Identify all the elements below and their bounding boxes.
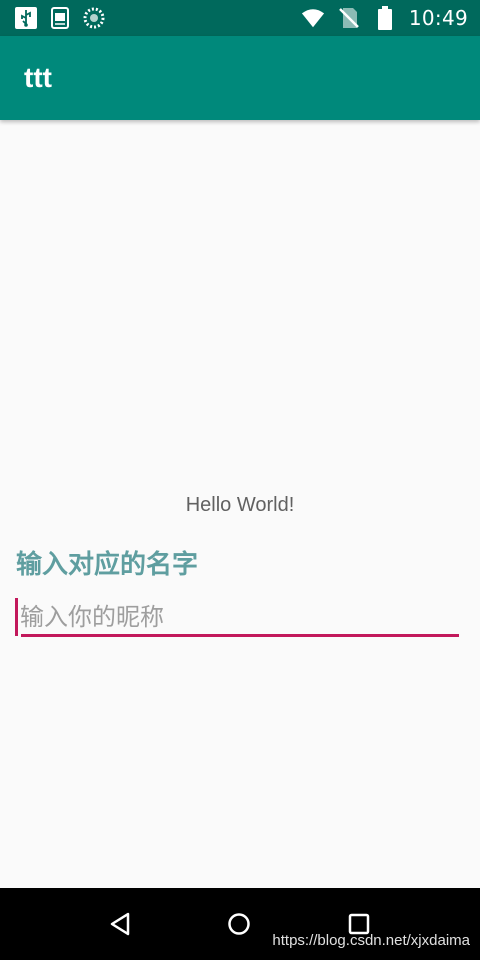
name-label: 输入对应的名字 (16, 550, 199, 580)
battery-icon (373, 6, 397, 30)
status-bar: 10:49 (0, 0, 480, 36)
navigation-bar: https://blog.csdn.net/xjxdaima (0, 888, 480, 960)
watermark: https://blog.csdn.net/xjxdaima (272, 932, 470, 949)
nickname-field[interactable] (14, 598, 460, 640)
app-bar: ttt (0, 36, 480, 120)
nickname-input[interactable] (20, 598, 458, 636)
text-cursor (15, 598, 18, 636)
usb-icon (14, 6, 38, 30)
no-sim-icon (337, 6, 361, 30)
loading-circle-icon (82, 6, 106, 30)
app-title: ttt (24, 62, 52, 93)
status-time: 10:49 (408, 6, 468, 30)
hello-text: Hello World! (185, 494, 295, 516)
input-underline (21, 634, 459, 637)
clipboard-log-icon (48, 6, 72, 30)
home-icon[interactable] (219, 908, 259, 940)
wifi-icon (301, 6, 325, 30)
back-icon[interactable] (100, 908, 140, 940)
